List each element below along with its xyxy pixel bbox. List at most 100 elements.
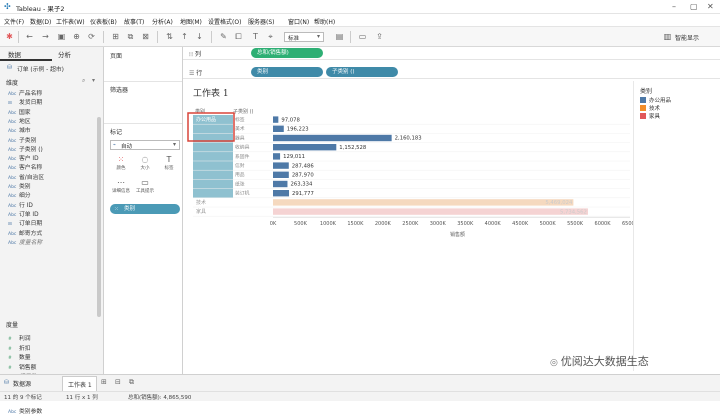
dimension-item[interactable]: Abc 子类别 () bbox=[8, 144, 43, 153]
datasource-name[interactable]: 订单 (示例 - 超市) bbox=[17, 64, 64, 73]
bar bbox=[273, 199, 574, 206]
maximize-icon[interactable]: ▢ bbox=[690, 2, 698, 11]
measure-item[interactable]: # 销售额 bbox=[8, 362, 36, 371]
sort-desc-icon[interactable]: ↓ bbox=[194, 31, 205, 42]
close-icon[interactable]: ✕ bbox=[707, 2, 714, 11]
legend-item[interactable]: 家具 bbox=[640, 112, 660, 120]
menu-item-5[interactable]: 分析(A) bbox=[152, 17, 173, 26]
sheet-tab-active[interactable]: 工作表 1 bbox=[62, 376, 97, 391]
menu-item-2[interactable]: 工作表(W) bbox=[56, 17, 85, 26]
chevron-down-icon[interactable]: ▾ bbox=[92, 77, 95, 84]
rows-shelf[interactable]: ☰ 行 类别 子类别 () bbox=[183, 66, 720, 79]
menu-item-8[interactable]: 服务器(S) bbox=[248, 17, 275, 26]
subcategory-label: 器具 bbox=[235, 135, 245, 141]
x-tick-label: 2500K bbox=[402, 221, 419, 227]
columns-pill-sum-sales[interactable]: 总和(销售额) bbox=[251, 48, 323, 58]
x-tick-label: 3500K bbox=[457, 221, 474, 227]
dimension-item[interactable]: Abc 订单 ID bbox=[8, 209, 39, 218]
automatic-icon: ⌁ bbox=[113, 142, 117, 148]
highlight-icon[interactable]: ✎ bbox=[218, 31, 229, 42]
menu-item-4[interactable]: 故事(T) bbox=[124, 17, 144, 26]
measure-label: 利润 bbox=[19, 336, 31, 342]
color-field-pill[interactable]: ⁙ 类别 bbox=[110, 204, 180, 214]
dimension-item[interactable]: Abc 省/自治区 bbox=[8, 172, 44, 181]
color-pill-label: 类别 bbox=[124, 206, 136, 212]
new-datasource-icon[interactable]: ⊕ bbox=[71, 31, 82, 42]
parameter-item[interactable]: Abc 类别参数 bbox=[8, 406, 42, 415]
new-story-icon[interactable]: ⧉ bbox=[129, 378, 134, 387]
tooltip-button[interactable]: ▭ 工具提示 bbox=[136, 178, 154, 196]
clear-sheet-icon[interactable]: ⊠ bbox=[140, 31, 151, 42]
size-label: 大小 bbox=[140, 166, 150, 171]
measure-item[interactable]: # 折扣 bbox=[8, 343, 31, 352]
new-sheet-icon[interactable]: ⊞ bbox=[110, 31, 121, 42]
chevron-down-icon: ▾ bbox=[317, 33, 321, 40]
sort-asc-icon[interactable]: ↑ bbox=[179, 31, 190, 42]
measure-item[interactable]: # 利润 bbox=[8, 333, 31, 342]
menu-item-1[interactable]: 数据(D) bbox=[30, 17, 51, 26]
share-icon[interactable]: ⇪ bbox=[374, 31, 385, 42]
dimension-label: 细分 bbox=[19, 193, 31, 200]
menu-item-10[interactable]: 帮助(H) bbox=[314, 17, 335, 26]
dimension-item[interactable]: Abc 行 ID bbox=[8, 200, 33, 209]
forward-icon[interactable]: → bbox=[40, 31, 51, 42]
label-button[interactable]: T 标签 bbox=[160, 155, 178, 173]
detail-button[interactable]: ⋯ 详细信息 bbox=[112, 178, 130, 196]
tableau-start-icon[interactable]: ✱ bbox=[4, 31, 15, 42]
tooltip-icon: ▭ bbox=[141, 178, 149, 187]
dimension-item[interactable]: Abc 客户名称 bbox=[8, 162, 42, 171]
measure-item[interactable]: # 数量 bbox=[8, 352, 31, 361]
group-icon[interactable]: ⧠ bbox=[233, 31, 244, 42]
new-worksheet-icon[interactable]: ⊞ bbox=[101, 378, 107, 386]
bar bbox=[273, 116, 279, 123]
view-canvas[interactable]: 工作表 1 类别 子类别 () 办公用品 标签 97,078 美术 196,223 器具 2… bbox=[183, 81, 633, 371]
dimension-item[interactable]: Abc 细分 bbox=[8, 190, 31, 199]
presentation-icon[interactable]: ▭ bbox=[357, 31, 368, 42]
show-labels-icon[interactable]: ▤ bbox=[334, 31, 345, 42]
color-button[interactable]: ⁙ 颜色 bbox=[112, 155, 130, 173]
menu-item-6[interactable]: 地图(M) bbox=[180, 17, 202, 26]
dimension-item[interactable]: Abc 地区 bbox=[8, 116, 31, 125]
mark-type-value: 自动 bbox=[121, 144, 133, 150]
size-button[interactable]: ◌ 大小 bbox=[136, 155, 154, 173]
refresh-icon[interactable]: ⟳ bbox=[86, 31, 97, 42]
legend-item[interactable]: 办公用品 bbox=[640, 96, 671, 104]
duplicate-sheet-icon[interactable]: ⧉ bbox=[125, 31, 136, 42]
pin-icon[interactable]: ⌖ bbox=[265, 31, 276, 42]
dimension-item[interactable]: Abc 类别 bbox=[8, 181, 31, 190]
datasource-tab[interactable]: 数据源 bbox=[13, 379, 31, 388]
menu-item-0[interactable]: 文件(F) bbox=[4, 17, 24, 26]
string-type-icon: Abc bbox=[8, 138, 17, 144]
dimension-item[interactable]: Abc 产品名称 bbox=[8, 88, 42, 97]
menu-item-9[interactable]: 窗口(N) bbox=[288, 17, 309, 26]
dimension-item[interactable]: Abc 客户 ID bbox=[8, 153, 39, 162]
back-icon[interactable]: ← bbox=[24, 31, 35, 42]
label-icon[interactable]: T bbox=[250, 31, 261, 42]
dimension-item[interactable]: ⊟ 订单日期 bbox=[8, 218, 42, 227]
legend-item[interactable]: 技术 bbox=[640, 104, 660, 112]
dimension-item[interactable]: Abc 子类别 bbox=[8, 135, 36, 144]
dimension-item[interactable]: Abc 邮寄方式 bbox=[8, 228, 42, 237]
rows-pill-category[interactable]: 类别 bbox=[251, 67, 323, 77]
smart-show-label[interactable]: 智能显示 bbox=[675, 33, 699, 42]
rows-pill-subcategory[interactable]: 子类别 () bbox=[326, 67, 398, 77]
tab-analytics[interactable]: 分析 bbox=[58, 49, 71, 59]
fit-select[interactable]: 标准 ▾ bbox=[284, 32, 324, 42]
dimension-item[interactable]: Abc 度量名称 bbox=[8, 237, 42, 246]
columns-shelf[interactable]: ⦙⦙⦙ 列 总和(销售额) bbox=[183, 47, 720, 60]
swap-icon[interactable]: ⇅ bbox=[164, 31, 175, 42]
minimize-icon[interactable]: – bbox=[672, 2, 676, 11]
bar-chart[interactable]: 办公用品 标签 97,078 美术 196,223 器具 2,160,183 收纳具 1,152… bbox=[183, 81, 633, 371]
menu-item-3[interactable]: 仪表板(B) bbox=[90, 17, 117, 26]
tab-data[interactable]: 数据 bbox=[8, 49, 21, 59]
menu-item-7[interactable]: 设置格式(O) bbox=[208, 17, 241, 26]
new-dashboard-icon[interactable]: ⊟ bbox=[115, 378, 121, 386]
search-icon[interactable]: ⌕ bbox=[82, 77, 85, 85]
dimension-item[interactable]: Abc 城市 bbox=[8, 125, 31, 134]
dimension-item[interactable]: ⊟ 发货日期 bbox=[8, 97, 42, 106]
smart-show-icon[interactable]: ▥ bbox=[662, 31, 673, 42]
sidebar-scrollbar[interactable] bbox=[97, 117, 101, 317]
save-icon[interactable]: ▣ bbox=[56, 31, 67, 42]
mark-type-select[interactable]: ⌁ 自动 ▾ bbox=[110, 140, 180, 150]
dimension-item[interactable]: Abc 国家 bbox=[8, 107, 31, 116]
